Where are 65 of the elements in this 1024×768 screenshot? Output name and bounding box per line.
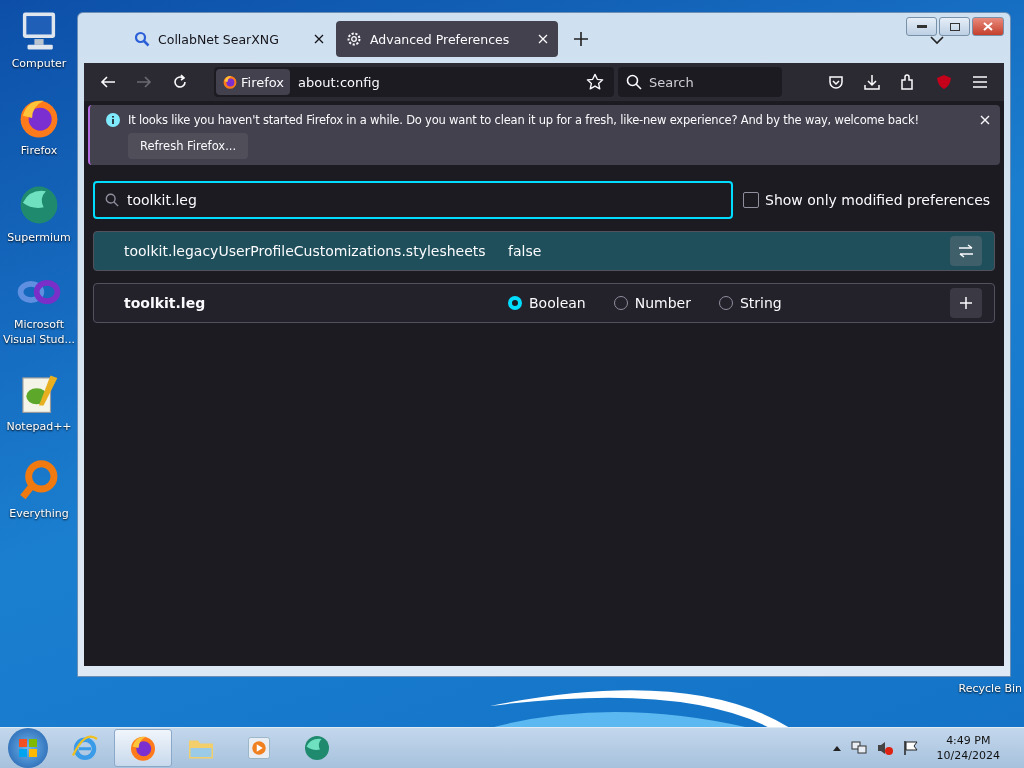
forward-icon[interactable]	[136, 74, 152, 90]
caret-up-icon[interactable]	[832, 745, 841, 751]
radio-label[interactable]: Number	[634, 295, 691, 311]
identity-button[interactable]: Firefox	[216, 69, 291, 95]
close-icon	[983, 22, 993, 31]
refresh-firefox-button[interactable]: Refresh Firefox...	[128, 133, 249, 159]
info-icon	[106, 113, 120, 127]
ie-icon	[70, 733, 100, 763]
menu-icon[interactable]	[972, 75, 988, 89]
pocket-icon[interactable]	[828, 74, 844, 90]
preference-name: toolkit.legacyUserProfileCustomizations.stylesheets	[124, 243, 487, 259]
search-field[interactable]: Search	[618, 67, 782, 97]
globe-icon	[302, 733, 332, 763]
start-button[interactable]	[8, 728, 48, 768]
restore-button[interactable]	[939, 17, 970, 36]
taskbar-button[interactable]	[114, 729, 172, 767]
desktop-icon-label[interactable]: Microsoft Visual Stud...	[1, 317, 77, 347]
clock[interactable]: 4:49 PM 10/24/2024	[936, 733, 1000, 763]
radio-label[interactable]: Boolean	[529, 295, 586, 311]
radio-button[interactable]	[508, 296, 522, 310]
address-bar[interactable]: Firefox about:config	[214, 67, 614, 97]
desktop-icon-label[interactable]: Everything	[9, 506, 69, 521]
notification-message: It looks like you haven't started Firefox in a while. Do you want to clean it up for a fresh, like-new experience? And by the way, welcome back!	[128, 113, 920, 127]
back-icon[interactable]	[100, 74, 116, 90]
network-icon[interactable]	[850, 740, 867, 756]
browser-tab[interactable]: CollabNet SearXNG	[84, 21, 334, 57]
preference-search-field[interactable]: toolkit.leg	[93, 181, 733, 219]
desktop-icon-label[interactable]: Recycle Bin	[958, 681, 1022, 696]
checkbox-label[interactable]: Show only modified preferences	[765, 192, 991, 208]
flag-icon[interactable]	[902, 740, 919, 756]
muted-speaker-icon[interactable]	[876, 740, 893, 756]
firefox-icon	[222, 74, 238, 90]
search-icon	[105, 193, 119, 207]
desktop-icon-label[interactable]: Computer	[11, 56, 67, 71]
checkbox[interactable]	[743, 192, 759, 208]
add-button[interactable]	[950, 288, 982, 318]
clock-date: 10/24/2024	[936, 748, 1000, 763]
toggle-button[interactable]	[950, 236, 982, 266]
radio-label[interactable]: String	[739, 295, 782, 311]
toggle-arrows-icon	[958, 244, 974, 258]
clock-time: 4:49 PM	[946, 733, 991, 748]
close-button[interactable]	[972, 17, 1004, 36]
plus-icon	[960, 297, 972, 309]
close-icon[interactable]	[314, 34, 324, 44]
download-icon[interactable]	[864, 74, 880, 90]
search-icon	[134, 31, 150, 47]
restore-icon	[949, 22, 960, 31]
puzzle-icon[interactable]	[900, 74, 916, 90]
windows-logo-icon	[18, 738, 38, 758]
minimize-button[interactable]	[906, 17, 937, 36]
desktop-icon-label[interactable]: Notepad++	[6, 419, 72, 434]
star-icon[interactable]	[586, 73, 604, 91]
chevron-down-icon[interactable]	[930, 35, 944, 45]
desktop-icon-label[interactable]: Firefox	[20, 143, 58, 158]
preference-value: false	[508, 243, 543, 259]
browser-tab[interactable]: Advanced Preferences	[336, 21, 558, 57]
preference-row[interactable]: toolkit.legacyUserProfileCustomizations.stylesheets false	[93, 231, 995, 271]
new-tab-icon[interactable]	[574, 32, 588, 46]
search-icon	[626, 74, 642, 90]
minimize-icon	[916, 24, 927, 29]
reload-icon[interactable]	[172, 74, 188, 90]
url-text: about:config	[298, 74, 381, 90]
settings-icon	[346, 31, 362, 47]
desktop-icon-label[interactable]: Supermium	[7, 230, 71, 245]
preference-name: toolkit.leg	[124, 295, 207, 311]
